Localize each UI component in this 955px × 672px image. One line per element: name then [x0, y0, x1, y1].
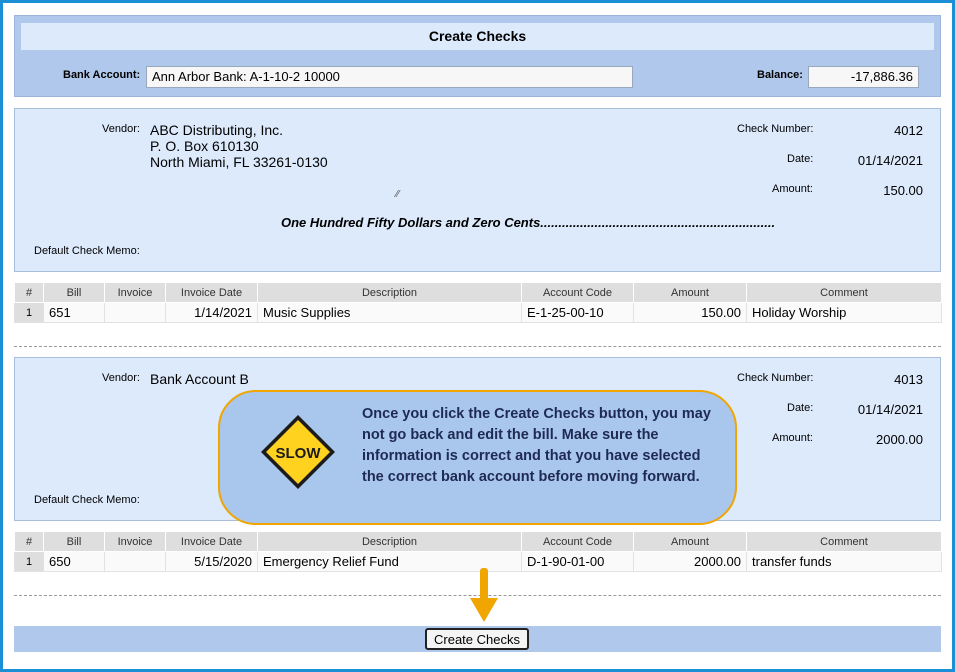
vendor-address[interactable]: ABC Distributing, Inc. P. O. Box 610130 …: [150, 122, 328, 170]
date-label: Date:: [787, 402, 814, 414]
cell-comment: Holiday Worship: [746, 302, 942, 323]
slow-sign-icon: SLOW: [261, 415, 335, 489]
cell-amount: 2000.00: [633, 551, 747, 572]
cell-bill: 650: [43, 551, 105, 572]
create-checks-button[interactable]: Create Checks: [425, 628, 529, 650]
bank-account-label: Bank Account:: [63, 69, 141, 81]
col-invoice-date: Invoice Date: [165, 531, 258, 552]
cell-account-code: E-1-25-00-10: [521, 302, 634, 323]
col-description: Description: [257, 282, 522, 303]
check-panel-1: Vendor: ABC Distributing, Inc. P. O. Box…: [14, 108, 941, 272]
bill-table-1: # Bill Invoice Invoice Date Description …: [14, 282, 942, 323]
check-number-label: Check Number:: [737, 123, 814, 135]
date-value: 01/14/2021: [857, 402, 923, 417]
col-invoice-date: Invoice Date: [165, 282, 258, 303]
table-header-row: # Bill Invoice Invoice Date Description …: [14, 282, 942, 303]
separator: [14, 346, 941, 347]
balance-field: -17,886.36: [808, 66, 919, 88]
header-panel: Create Checks Bank Account: Ann Arbor Ba…: [14, 15, 941, 97]
vendor-label: Vendor:: [102, 123, 140, 135]
col-num: #: [14, 282, 44, 303]
col-amount: Amount: [633, 531, 747, 552]
page-title: Create Checks: [21, 23, 934, 50]
col-bill: Bill: [43, 282, 105, 303]
balance-label: Balance:: [757, 69, 803, 81]
col-account-code: Account Code: [521, 282, 634, 303]
warning-callout: SLOW Once you click the Create Checks bu…: [218, 390, 737, 525]
col-amount: Amount: [633, 282, 747, 303]
table-row: 1 651 1/14/2021 Music Supplies E-1-25-00…: [14, 302, 942, 323]
table-header-row: # Bill Invoice Invoice Date Description …: [14, 531, 942, 552]
date-label: Date:: [787, 153, 814, 165]
default-memo-label: Default Check Memo:: [34, 494, 140, 506]
cell-invoice-date: 1/14/2021: [165, 302, 258, 323]
cell-account-code: D-1-90-01-00: [521, 551, 634, 572]
amount-value: 2000.00: [876, 432, 923, 447]
amount-label: Amount:: [772, 432, 813, 444]
vendor-city-line: North Miami, FL 33261-0130: [150, 154, 328, 170]
down-arrow-icon: [470, 568, 498, 622]
callout-message: Once you click the Create Checks button,…: [362, 406, 711, 485]
default-memo-label: Default Check Memo:: [34, 245, 140, 257]
row-num: 1: [14, 302, 44, 323]
cell-amount: 150.00: [633, 302, 747, 323]
amount-label: Amount:: [772, 183, 813, 195]
amount-in-words: One Hundred Fifty Dollars and Zero Cents…: [281, 215, 776, 230]
check-number-value: 4013: [894, 372, 923, 387]
slow-sign-text: SLOW: [276, 445, 322, 462]
cell-description: Music Supplies: [257, 302, 522, 323]
bank-account-select[interactable]: Ann Arbor Bank: A-1-10-2 10000: [146, 66, 633, 88]
vendor-address[interactable]: Bank Account B: [150, 371, 249, 387]
row-num: 1: [14, 551, 44, 572]
cell-invoice: [104, 551, 166, 572]
col-comment: Comment: [746, 531, 942, 552]
col-account-code: Account Code: [521, 531, 634, 552]
cell-comment: transfer funds: [746, 551, 942, 572]
col-bill: Bill: [43, 531, 105, 552]
date-value: 01/14/2021: [857, 153, 923, 168]
check-number-value: 4012: [894, 123, 923, 138]
resize-grip-icon[interactable]: ⁄⁄: [396, 189, 399, 200]
vendor-name: ABC Distributing, Inc.: [150, 122, 284, 138]
col-num: #: [14, 531, 44, 552]
col-comment: Comment: [746, 282, 942, 303]
vendor-address-line: P. O. Box 610130: [150, 138, 259, 154]
cell-bill: 651: [43, 302, 105, 323]
col-invoice: Invoice: [104, 531, 166, 552]
amount-value: 150.00: [883, 183, 923, 198]
vendor-label: Vendor:: [102, 372, 140, 384]
check-number-label: Check Number:: [737, 372, 814, 384]
cell-invoice: [104, 302, 166, 323]
vendor-name: Bank Account B: [150, 371, 249, 387]
col-invoice: Invoice: [104, 282, 166, 303]
cell-invoice-date: 5/15/2020: [165, 551, 258, 572]
col-description: Description: [257, 531, 522, 552]
